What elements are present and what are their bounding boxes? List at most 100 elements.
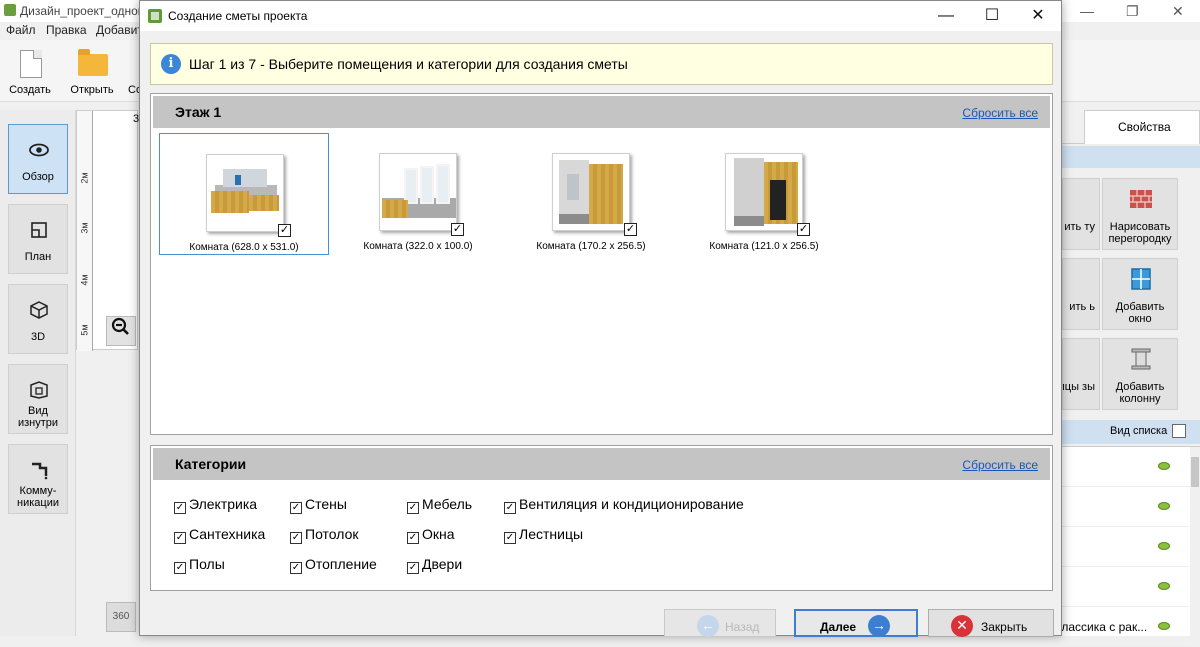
category-walls[interactable]: ✓ Стены bbox=[290, 496, 347, 514]
add-window-button[interactable]: Добавить окно bbox=[1102, 258, 1178, 330]
menu-add[interactable]: Добавит bbox=[96, 23, 143, 37]
category-checkbox[interactable]: ✓ bbox=[290, 532, 302, 544]
app-close-button[interactable]: ✕ bbox=[1172, 3, 1184, 20]
visibility-eye-icon[interactable] bbox=[1158, 622, 1170, 630]
list-view-label: Вид списка bbox=[1110, 425, 1168, 437]
sidebar-interior-button[interactable]: Вид изнутри bbox=[8, 364, 68, 434]
dialog-title: Создание сметы проекта bbox=[168, 9, 308, 23]
app-icon bbox=[4, 4, 16, 16]
open-button[interactable]: Открыть bbox=[64, 44, 120, 100]
partial-label: ить ту bbox=[1064, 221, 1095, 233]
category-label: Полы bbox=[189, 556, 225, 572]
list-scrollbar[interactable] bbox=[1190, 447, 1200, 637]
add-door-button-partial[interactable]: ить ь bbox=[1062, 258, 1100, 330]
plan-canvas[interactable]: 3 2м 3м 4м 5м bbox=[76, 110, 139, 351]
list-item[interactable] bbox=[1062, 567, 1190, 607]
list-item[interactable] bbox=[1062, 447, 1190, 487]
category-plumbing[interactable]: ✓ Сантехника bbox=[174, 526, 265, 544]
sidebar-overview-button[interactable]: Обзор bbox=[8, 124, 68, 194]
brick-wall-icon bbox=[1129, 187, 1153, 211]
next-button[interactable]: Далее → bbox=[794, 609, 918, 637]
category-label: Лестницы bbox=[519, 526, 584, 542]
room-label: Комната (322.0 х 100.0) bbox=[363, 241, 473, 252]
category-checkbox[interactable]: ✓ bbox=[290, 562, 302, 574]
save-button-partial[interactable]: Со bbox=[126, 44, 140, 100]
category-checkbox[interactable]: ✓ bbox=[174, 502, 186, 514]
draw-partition-label: Нарисовать перегородку bbox=[1108, 221, 1172, 245]
app-minimize-button[interactable]: — bbox=[1080, 3, 1094, 19]
category-heating[interactable]: ✓ Отопление bbox=[290, 556, 377, 574]
category-label: Двери bbox=[422, 556, 463, 572]
floor-reset-link[interactable]: Сбросить все bbox=[962, 106, 1038, 120]
dialog-close-button[interactable]: ✕ bbox=[1015, 1, 1061, 31]
category-checkbox[interactable]: ✓ bbox=[174, 532, 186, 544]
room-checkbox[interactable]: ✓ bbox=[451, 223, 464, 236]
zoom-out-button[interactable] bbox=[106, 316, 136, 346]
category-checkbox[interactable]: ✓ bbox=[407, 502, 419, 514]
list-item[interactable] bbox=[1062, 487, 1190, 527]
category-floors[interactable]: ✓ Полы bbox=[174, 556, 225, 574]
category-checkbox[interactable]: ✓ bbox=[407, 532, 419, 544]
category-ventilation[interactable]: ✓ Вентиляция и кондиционирование bbox=[504, 496, 744, 514]
app-restore-button[interactable]: ❐ bbox=[1126, 3, 1139, 20]
category-checkbox[interactable]: ✓ bbox=[504, 502, 516, 514]
scroll-thumb[interactable] bbox=[1191, 457, 1199, 487]
draw-partition-button[interactable]: Нарисовать перегородку bbox=[1102, 178, 1178, 250]
category-furniture[interactable]: ✓ Мебель bbox=[407, 496, 472, 514]
room-card-3[interactable]: ✓ Комната (170.2 х 256.5) bbox=[506, 133, 676, 255]
list-item[interactable]: классика с рак... bbox=[1056, 607, 1190, 647]
visibility-eye-icon[interactable] bbox=[1158, 502, 1170, 510]
right-tabs: Свойства bbox=[1062, 110, 1200, 144]
add-stairs-button-partial[interactable]: ицы зы bbox=[1062, 338, 1100, 410]
sidebar-plan-button[interactable]: План bbox=[8, 204, 68, 274]
visibility-eye-icon[interactable] bbox=[1158, 582, 1170, 590]
sidebar-communications-button[interactable]: Комму-никации bbox=[8, 444, 68, 514]
room-checkbox[interactable]: ✓ bbox=[797, 223, 810, 236]
list-view-icon[interactable] bbox=[1172, 424, 1186, 438]
menu-edit[interactable]: Правка bbox=[46, 23, 87, 37]
dialog-app-icon bbox=[148, 9, 162, 23]
rotate-360-button[interactable]: 360 bbox=[106, 602, 136, 632]
open-folder-icon bbox=[78, 49, 108, 76]
category-checkbox[interactable]: ✓ bbox=[290, 502, 302, 514]
room-card-2[interactable]: ✓ Комната (322.0 х 100.0) bbox=[333, 133, 503, 255]
object-list: классика с рак... bbox=[1056, 446, 1200, 647]
open-label: Открыть bbox=[70, 84, 114, 96]
room-thumbnail bbox=[379, 153, 457, 231]
sidebar-3d-button[interactable]: 3D bbox=[8, 284, 68, 354]
back-button[interactable]: ← Назад bbox=[664, 609, 776, 637]
menu-file[interactable]: Файл bbox=[6, 23, 36, 37]
category-doors[interactable]: ✓ Двери bbox=[407, 556, 462, 574]
ruler-label: 3м bbox=[79, 222, 90, 234]
add-column-button[interactable]: Добавить колонну bbox=[1102, 338, 1178, 410]
add-window-label: Добавить окно bbox=[1115, 301, 1165, 325]
category-checkbox[interactable]: ✓ bbox=[504, 532, 516, 544]
category-stairs[interactable]: ✓ Лестницы bbox=[504, 526, 583, 544]
dialog-minimize-button[interactable]: — bbox=[923, 1, 969, 31]
back-label: Назад bbox=[725, 620, 760, 634]
categories-reset-link[interactable]: Сбросить все bbox=[962, 458, 1038, 472]
category-ceiling[interactable]: ✓ Потолок bbox=[290, 526, 359, 544]
category-label: Отопление bbox=[305, 556, 377, 572]
window-icon bbox=[1129, 267, 1153, 291]
room-card-1[interactable]: ✓ Комната (628.0 х 531.0) bbox=[159, 133, 329, 255]
category-electrical[interactable]: ✓ Электрика bbox=[174, 496, 257, 514]
list-item[interactable] bbox=[1062, 527, 1190, 567]
room-checkbox[interactable]: ✓ bbox=[278, 224, 291, 237]
zoom-out-icon bbox=[111, 317, 131, 341]
list-view-bar: Вид списка bbox=[1062, 420, 1200, 444]
room-card-4[interactable]: ✓ Комната (121.0 х 256.5) bbox=[679, 133, 849, 255]
category-checkbox[interactable]: ✓ bbox=[407, 562, 419, 574]
room-checkbox[interactable]: ✓ bbox=[624, 223, 637, 236]
list-item-text: классика с рак... bbox=[1056, 620, 1148, 634]
dialog-maximize-button[interactable]: ☐ bbox=[969, 1, 1015, 31]
visibility-eye-icon[interactable] bbox=[1158, 542, 1170, 550]
close-label: Закрыть bbox=[981, 620, 1028, 634]
create-button[interactable]: Создать bbox=[2, 44, 58, 100]
close-dialog-button[interactable]: ✕ Закрыть bbox=[928, 609, 1054, 637]
room-thumbnail bbox=[552, 153, 630, 231]
visibility-eye-icon[interactable] bbox=[1158, 462, 1170, 470]
add-wall-button-partial[interactable]: ить ту bbox=[1062, 178, 1100, 250]
category-checkbox[interactable]: ✓ bbox=[174, 562, 186, 574]
category-windows[interactable]: ✓ Окна bbox=[407, 526, 455, 544]
